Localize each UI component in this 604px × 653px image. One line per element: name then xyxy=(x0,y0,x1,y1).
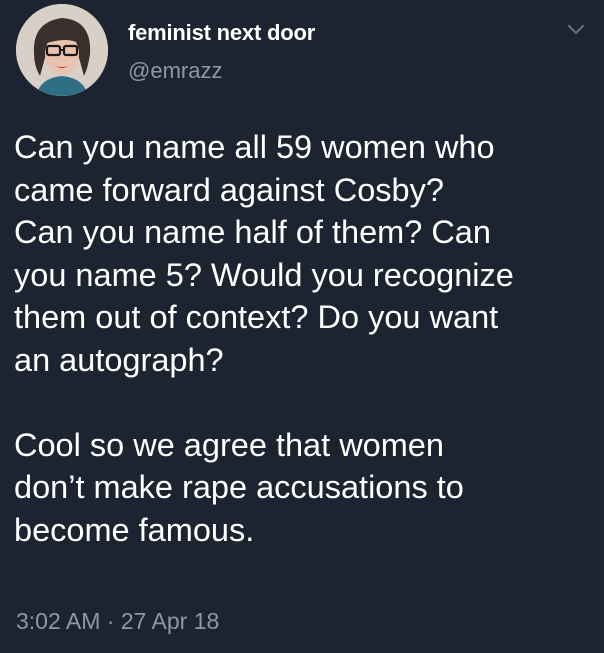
chevron-down-icon[interactable] xyxy=(566,22,586,38)
tweet-text-line: them out of context? Do you want xyxy=(14,299,499,335)
author-handle[interactable]: @emrazz xyxy=(128,58,222,84)
avatar[interactable] xyxy=(16,4,108,96)
tweet-text-line: came forward against Cosby? xyxy=(14,171,444,208)
tweet-text: Can you name all 59 women who came forwa… xyxy=(14,126,592,551)
tweet-text-line: don’t make rape accusations to xyxy=(14,469,464,505)
tweet-date: 27 Apr 18 xyxy=(120,608,220,634)
tweet-timestamp[interactable]: 3:02 AM · 27 Apr 18 xyxy=(16,608,219,635)
profile-photo-icon xyxy=(16,4,108,96)
tweet-text-line: Can you name half of them? Can xyxy=(14,214,491,250)
timestamp-separator: · xyxy=(106,608,115,634)
tweet-time: 3:02 AM xyxy=(16,608,101,634)
tweet-text-line: become famous. xyxy=(14,511,255,548)
tweet-card: feminist next door @emrazz Can you name … xyxy=(0,0,604,653)
author-display-name[interactable]: feminist next door xyxy=(128,20,315,46)
tweet-text-line: an autograph? xyxy=(14,341,224,378)
tweet-text-line: you name 5? Would you recognize xyxy=(14,256,514,293)
tweet-text-line: Can you name all 59 women who xyxy=(14,129,495,165)
tweet-text-line: Cool so we agree that women xyxy=(14,426,444,463)
